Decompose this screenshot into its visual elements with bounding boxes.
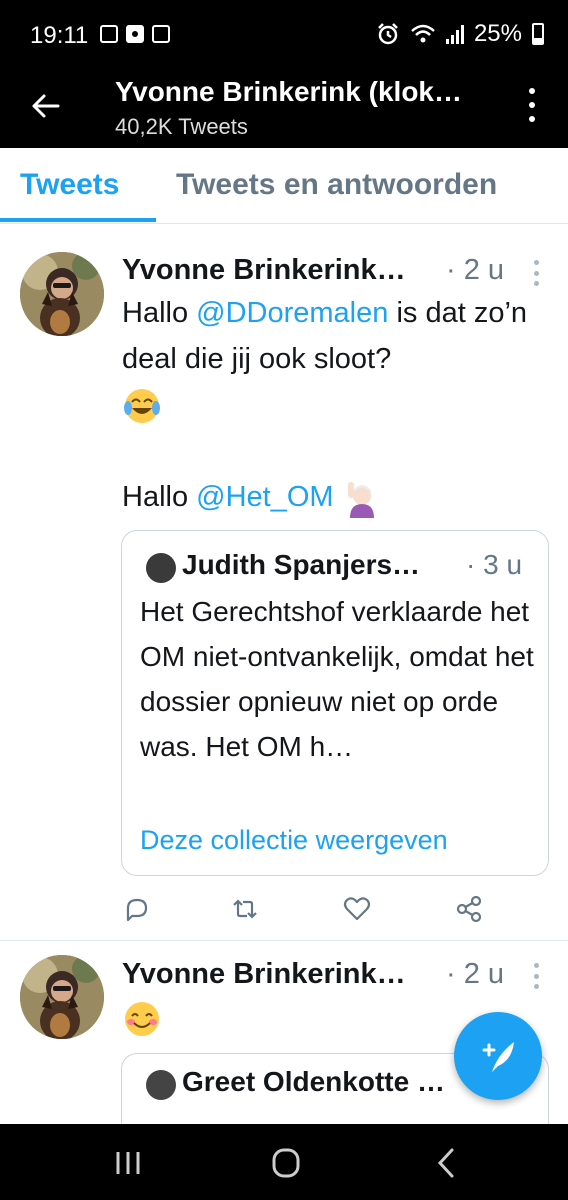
tab-tweets-and-replies[interactable]: Tweets en antwoorden [176,168,497,202]
share-icon[interactable] [454,894,484,924]
quoted-text: Het Gerechtshof verklaarde het OM niet-o… [140,596,534,762]
alarm-icon [378,23,398,45]
person-raising-hand-icon [347,482,374,519]
avatar[interactable] [20,955,104,1039]
profile-name: Yvonne Brinkerink (klok… [115,76,462,107]
back-arrow-icon[interactable] [28,88,64,124]
recent-apps-icon[interactable] [108,1146,148,1180]
heart-icon[interactable] [342,894,372,924]
status-time: 19:11 [30,22,89,49]
tweet-time: · 2 u [446,958,505,990]
battery-percent: 25% [473,20,522,47]
avatar[interactable] [20,252,104,336]
tweet-author[interactable]: Yvonne Brinkerink… [122,254,406,287]
tweet-count: 40,2K Tweets [115,114,248,139]
camera-notification-icon [126,25,144,43]
more-options-icon[interactable] [526,88,538,122]
quoted-tweet[interactable]: Judith Spanjers… · 3 u Het Gerechtshof v… [121,530,549,876]
notification-icons [100,25,170,43]
tweet-time: · 2 u [446,254,505,286]
tweet-author[interactable]: Yvonne Brinkerink… [122,958,406,991]
compose-tweet-button[interactable] [454,1012,542,1100]
quoted-author: Judith Spanjers… [182,549,421,580]
mention-link[interactable]: @Het_OM [196,481,333,513]
tab-tweets[interactable]: Tweets [20,168,119,202]
show-collection-link[interactable]: Deze collectie weergeven [140,825,448,856]
tweet-body: Hallo @DDoremalen is dat zo’n deal die j… [122,290,542,520]
quoted-time: · 3 u [466,549,523,580]
face-with-tears-of-joy-icon [124,389,160,424]
gallery-notification-icon [152,25,170,43]
quoted-author: Greet Oldenkotte … [182,1066,445,1097]
signal-icon [445,24,464,44]
compose-icon [482,1042,514,1072]
quoted-avatar [146,1070,176,1100]
tweet-menu-icon[interactable] [534,963,540,989]
quoted-avatar [146,553,176,583]
home-icon[interactable] [266,1146,306,1180]
tweet-actions [122,894,482,924]
gallery-notification-icon [100,25,118,43]
retweet-icon[interactable] [230,894,260,924]
tweet-text-part: Hallo [122,481,197,513]
system-navigation-bar [0,1124,568,1200]
mention-link[interactable]: @DDoremalen [196,297,388,329]
smiling-face-with-smiling-eyes-icon [125,1002,159,1036]
tweet[interactable]: Yvonne Brinkerink… · 2 u Hallo @DDoremal… [0,232,568,940]
system-back-icon[interactable] [426,1146,466,1180]
profile-header: Yvonne Brinkerink (klok… 40,2K Tweets [0,70,568,148]
battery-icon [532,23,544,45]
status-indicators: 25% [376,20,544,48]
reply-icon[interactable] [122,894,152,924]
tweet-menu-icon[interactable] [534,260,540,286]
active-tab-indicator [0,218,156,222]
profile-tabs: Tweets Tweets en antwoorden [0,148,568,224]
tweet-text-part: Hallo [122,297,197,329]
status-bar: 19:11 25% [0,0,568,70]
wifi-icon [411,24,435,43]
